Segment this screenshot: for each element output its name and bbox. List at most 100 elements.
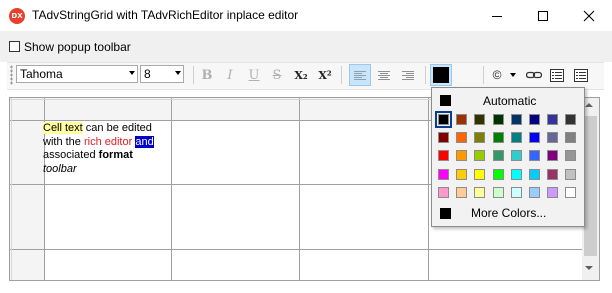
strikethrough-button[interactable]: S xyxy=(266,64,288,86)
color-swatch[interactable] xyxy=(492,132,504,144)
color-swatch[interactable] xyxy=(529,186,540,198)
insert-symbol-button[interactable]: © xyxy=(486,64,508,86)
toolbar-separator xyxy=(341,66,342,84)
color-swatch[interactable] xyxy=(510,114,522,125)
window-title: TAdvStringGrid with TAdvRichEditor inpla… xyxy=(32,8,299,22)
color-swatch[interactable] xyxy=(547,150,559,162)
chevron-down-icon[interactable] xyxy=(510,73,516,77)
more-colors-swatch xyxy=(440,208,451,219)
align-center-icon xyxy=(378,71,390,80)
automatic-color-label: Automatic xyxy=(483,94,537,108)
font-color-button[interactable] xyxy=(430,64,452,86)
maximize-icon xyxy=(538,10,548,21)
color-swatch[interactable] xyxy=(510,150,522,162)
close-icon xyxy=(583,10,595,21)
scroll-down-icon[interactable] xyxy=(585,266,593,270)
align-right-icon xyxy=(402,71,414,80)
text-segment: with the xyxy=(43,135,84,148)
font-name-value: Tahoma xyxy=(20,67,63,81)
superscript-button[interactable]: X² xyxy=(314,64,336,86)
text-segment: Cell text xyxy=(43,122,83,134)
color-swatch[interactable] xyxy=(547,168,559,180)
numbered-list-icon xyxy=(574,68,588,82)
color-swatch[interactable] xyxy=(529,114,540,125)
color-swatch[interactable] xyxy=(529,150,540,162)
color-swatch[interactable] xyxy=(456,114,468,125)
toolbar-separator xyxy=(193,66,194,84)
bullet-list-button[interactable] xyxy=(546,64,568,86)
chevron-down-icon xyxy=(129,71,135,75)
font-color-swatch xyxy=(433,67,449,83)
color-swatch[interactable] xyxy=(438,132,449,144)
color-swatch[interactable] xyxy=(474,150,486,162)
color-swatch[interactable] xyxy=(510,132,522,144)
rich-editor-cell[interactable]: Cell text can be edited with the rich ed… xyxy=(43,122,169,176)
text-segment: format xyxy=(98,149,133,161)
color-swatch[interactable] xyxy=(492,186,504,198)
align-left-button[interactable] xyxy=(349,64,371,86)
text-segment: rich editor xyxy=(83,135,133,148)
color-swatch[interactable] xyxy=(456,132,468,144)
chevron-down-icon xyxy=(175,71,181,75)
color-swatch[interactable] xyxy=(565,114,577,125)
color-swatch[interactable] xyxy=(474,132,486,144)
color-swatch[interactable] xyxy=(565,168,577,180)
font-size-value: 8 xyxy=(144,67,151,81)
color-swatch[interactable] xyxy=(474,168,486,180)
font-name-combo[interactable]: Tahoma xyxy=(16,65,138,83)
minimize-button[interactable] xyxy=(474,0,520,31)
toolbar-separator xyxy=(483,66,484,84)
color-swatch[interactable] xyxy=(456,186,468,198)
toolbar-grip[interactable] xyxy=(10,65,13,85)
color-swatch[interactable] xyxy=(456,168,468,180)
color-swatch[interactable] xyxy=(438,168,449,180)
insert-hyperlink-button[interactable] xyxy=(523,64,545,86)
color-swatch[interactable] xyxy=(547,186,559,198)
text-segment: associated xyxy=(43,149,99,161)
color-swatch[interactable] xyxy=(529,168,540,180)
italic-button[interactable]: I xyxy=(219,64,241,86)
subscript-button[interactable]: X₂ xyxy=(290,64,312,86)
numbered-list-button[interactable] xyxy=(570,64,592,86)
color-swatch[interactable] xyxy=(456,150,468,162)
font-size-combo[interactable]: 8 xyxy=(140,65,184,83)
color-swatch[interactable] xyxy=(474,114,486,125)
link-icon xyxy=(526,71,542,79)
color-swatch[interactable] xyxy=(510,186,522,198)
color-swatch[interactable] xyxy=(492,150,504,162)
color-swatch[interactable] xyxy=(565,186,577,198)
minimize-icon xyxy=(492,15,502,17)
color-swatch[interactable] xyxy=(435,111,452,128)
toolbar-separator xyxy=(425,66,426,84)
align-left-icon xyxy=(354,71,366,80)
symbol-label: © xyxy=(492,68,502,82)
color-swatch[interactable] xyxy=(438,150,449,162)
color-swatch[interactable] xyxy=(474,186,486,198)
underline-button[interactable]: U xyxy=(243,64,265,86)
color-swatch[interactable] xyxy=(547,132,559,144)
automatic-color-swatch xyxy=(440,95,451,106)
maximize-button[interactable] xyxy=(520,0,566,31)
show-popup-toolbar-label[interactable]: Show popup toolbar xyxy=(24,40,131,54)
color-swatch[interactable] xyxy=(438,186,449,198)
color-swatch[interactable] xyxy=(492,114,504,125)
close-button[interactable] xyxy=(566,0,612,31)
show-popup-toolbar-checkbox[interactable] xyxy=(9,41,20,52)
bold-button[interactable]: B xyxy=(196,64,218,86)
text-segment: toolbar xyxy=(43,162,77,175)
text-segment: can be edited xyxy=(82,122,152,134)
app-icon: DX xyxy=(9,8,25,24)
color-swatch[interactable] xyxy=(529,132,540,144)
bullet-list-icon xyxy=(550,68,564,82)
align-center-button[interactable] xyxy=(373,64,395,86)
color-swatch[interactable] xyxy=(547,114,559,125)
color-swatch[interactable] xyxy=(510,168,522,180)
scrollbar-thumb[interactable] xyxy=(584,116,597,256)
align-right-button[interactable] xyxy=(397,64,419,86)
color-swatch[interactable] xyxy=(565,150,577,162)
selected-text: and xyxy=(135,135,154,148)
scroll-up-icon[interactable] xyxy=(585,103,593,107)
more-colors-label: More Colors... xyxy=(471,206,547,220)
color-swatch[interactable] xyxy=(565,132,577,144)
color-swatch[interactable] xyxy=(492,168,504,180)
